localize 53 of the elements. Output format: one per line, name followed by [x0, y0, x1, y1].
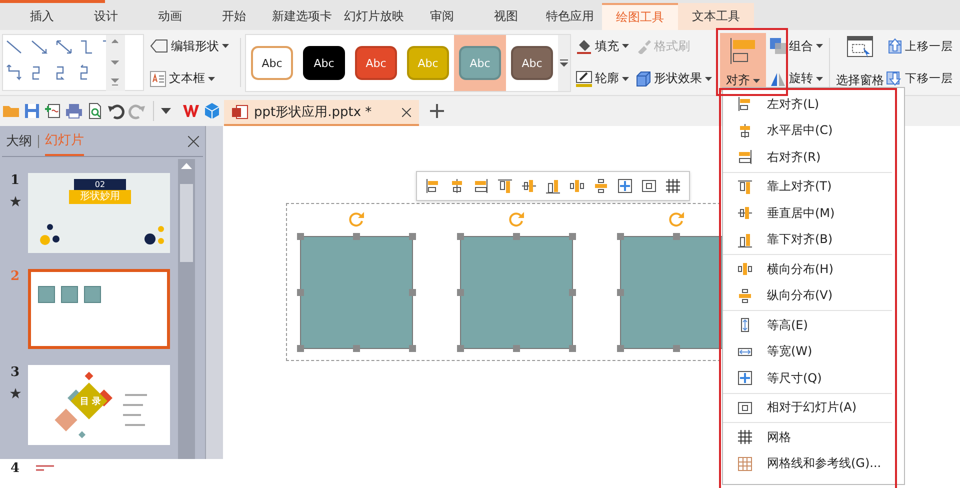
document-tab[interactable]: ppt形状应用.pptx *	[224, 100, 419, 126]
rotate-button[interactable]: 旋转	[768, 68, 825, 90]
style-swatch: Abc	[407, 46, 449, 80]
ribbon-tab[interactable]: 特色应用	[538, 3, 602, 30]
slide-number: 1	[10, 173, 20, 188]
slide-number-label: 02	[74, 179, 126, 190]
slide-title: 目 录	[80, 396, 102, 408]
style-swatch: Abc	[511, 46, 553, 80]
menu-item[interactable]: 靠上对齐(T)	[723, 174, 892, 200]
slide-number: 4	[10, 461, 20, 476]
slide-number: 3	[10, 365, 20, 380]
menu-item[interactable]: 等尺寸(Q)	[723, 365, 892, 392]
menu-item[interactable]: 右对齐(R)	[723, 144, 892, 170]
menu-item[interactable]: 水平居中(C)	[723, 118, 892, 144]
send-backward-button[interactable]: 下移一层	[886, 68, 953, 89]
slide-title: 形状妙用	[69, 190, 131, 204]
ribbon-tab[interactable]: 视图	[474, 3, 538, 30]
ribbon-tab[interactable]: 审阅	[410, 3, 474, 30]
ribbon-tab[interactable]: 开始	[202, 3, 266, 30]
group-button[interactable]: 组合	[768, 36, 825, 57]
slide-number: 2	[10, 269, 20, 284]
shape-style[interactable]: Abc	[350, 35, 402, 91]
outline-button[interactable]: 轮廓	[576, 70, 629, 88]
text-box-button[interactable]: 文本框	[148, 68, 236, 90]
align-button[interactable]: 对齐	[720, 33, 766, 92]
menu-item[interactable]: 网格线和参考线(G)...	[723, 450, 892, 477]
style-swatch: Abc	[303, 46, 345, 80]
shape-effects-button[interactable]: 形状效果	[635, 70, 712, 88]
edit-shape-button[interactable]: 编辑形状	[148, 36, 236, 57]
menu-item[interactable]: 网格	[723, 424, 892, 450]
style-swatch: Abc	[459, 46, 501, 80]
menu-item[interactable]: 相对于幻灯片(A)	[723, 394, 892, 421]
menu-item[interactable]: 横向分布(H)	[723, 256, 892, 282]
shape-style[interactable]: Abc	[298, 35, 350, 91]
menu-item[interactable]: 垂直居中(M)	[723, 200, 892, 226]
ribbon-tab[interactable]: 动画	[138, 3, 202, 30]
ribbon-tab[interactable]: 幻灯片放映	[338, 3, 410, 30]
ribbon-tab[interactable]: 插入	[10, 3, 74, 30]
menu-item[interactable]: 纵向分布(V)	[723, 282, 892, 309]
panel-tab[interactable]: 大纲	[6, 127, 32, 155]
menu-item[interactable]: 等宽(W)	[723, 338, 892, 365]
style-swatch: Abc	[355, 46, 397, 80]
ribbon-tab[interactable]: 文本工具	[678, 3, 754, 30]
bring-forward-button[interactable]: 上移一层	[886, 36, 953, 56]
ribbon-tab[interactable]: 新建选项卡	[266, 3, 338, 30]
menu-item[interactable]: 靠下对齐(B)	[723, 226, 892, 253]
slide-thumbnail[interactable]: 02 形状妙用	[28, 173, 170, 253]
menu-item[interactable]: 等高(E)	[723, 312, 892, 338]
shape-style[interactable]: Abc	[246, 35, 298, 91]
fill-button[interactable]: 填充	[576, 38, 629, 55]
shape-style[interactable]: Abc	[506, 35, 558, 91]
ribbon-tab[interactable]: 设计	[74, 3, 138, 30]
style-swatch: Abc	[251, 46, 293, 80]
